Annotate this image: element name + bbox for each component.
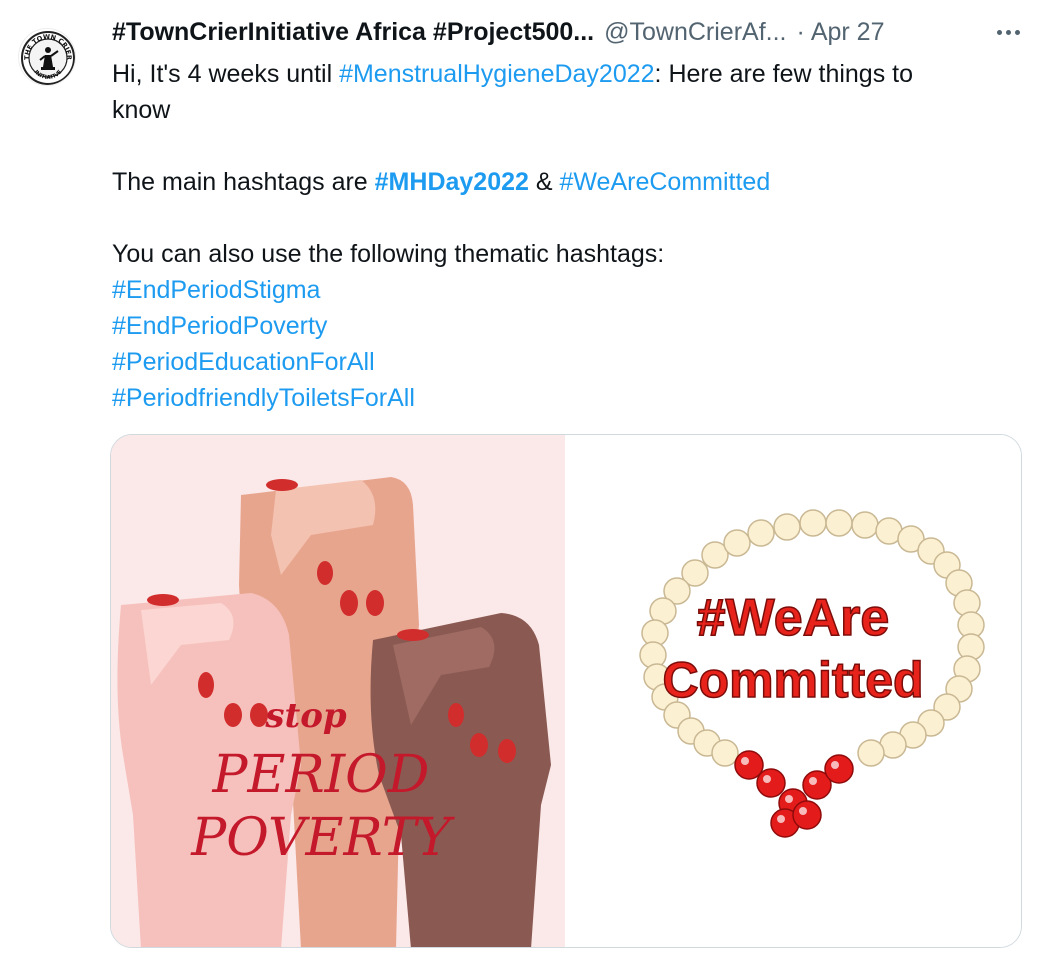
text-line-2: know	[112, 96, 171, 124]
bead-highlight	[799, 807, 807, 815]
bead-highlight	[785, 795, 793, 803]
hashtag-link[interactable]: #PeriodfriendlyToiletsForAll	[112, 380, 1012, 416]
bead-highlight	[831, 761, 839, 769]
red-bead	[756, 768, 786, 798]
town-crier-logo-icon: THE TOWN CRIER INITIATIVE	[21, 31, 75, 85]
hashtag-link[interactable]: #MHDay2022	[375, 168, 529, 196]
tweet-text: Hi, It's 4 weeks until #MenstrualHygiene…	[112, 56, 1012, 416]
tweet[interactable]: THE TOWN CRIER INITIATIVE #TownCrierInit…	[0, 0, 1050, 960]
hashtag-link[interactable]: #MenstrualHygieneDay2022	[339, 60, 654, 88]
hashtag-link[interactable]: #PeriodEducationForAll	[112, 344, 1012, 380]
pearl-bead	[851, 511, 879, 539]
text-line-4: You can also use the following thematic …	[112, 240, 665, 268]
bead-highlight	[763, 775, 771, 783]
red-bead	[824, 754, 854, 784]
pearl-bead	[773, 513, 801, 541]
hashtag-link[interactable]: #WeAreCommitted	[560, 168, 771, 196]
poster-word-stop: stop	[264, 696, 347, 736]
user-handle[interactable]: @TownCrierAf...	[604, 18, 786, 47]
stop-period-poverty-image[interactable]: stop PERIOD POVERTY	[111, 435, 565, 947]
we-are-committed-image[interactable]: #WeAre Committed	[565, 435, 1021, 947]
hashtag-link[interactable]: #EndPeriodStigma	[112, 272, 1012, 308]
bead-heart-illustration: #WeAre Committed	[565, 435, 1021, 947]
bead-highlight	[809, 777, 817, 785]
text-line-1: Hi, It's 4 weeks until #MenstrualHygiene…	[112, 56, 1012, 92]
red-bead	[792, 800, 822, 830]
text-suffix: : Here are few things to	[654, 60, 914, 88]
pearl-bead	[825, 509, 853, 537]
poster-word-committed: Committed	[662, 652, 923, 708]
pearl-bead	[711, 739, 739, 767]
tweet-header: #TownCrierInitiative Africa #Project500.…	[112, 14, 1032, 50]
raised-fists-illustration: stop PERIOD POVERTY	[111, 435, 565, 947]
pearl-bead	[857, 739, 885, 767]
pearl-bead	[799, 509, 827, 537]
text-connector: &	[528, 168, 560, 196]
text-prefix: Hi, It's 4 weeks until	[112, 60, 340, 88]
poster-word-weare: #WeAre	[697, 589, 890, 647]
separator-dot: ·	[796, 17, 805, 46]
poster-word-period: PERIOD	[212, 745, 430, 805]
pearl-bead	[723, 529, 751, 557]
poster-word-poverty: POVERTY	[190, 808, 455, 868]
display-name[interactable]: #TownCrierInitiative Africa #Project500.…	[112, 18, 594, 47]
pearl-bead	[747, 519, 775, 547]
tweet-date[interactable]: Apr 27	[811, 18, 885, 47]
bead-highlight	[777, 815, 785, 823]
text-line-3: The main hashtags are #MHDay2022 & #WeAr…	[112, 164, 1012, 200]
avatar[interactable]: THE TOWN CRIER INITIATIVE	[18, 28, 76, 86]
bead-highlight	[741, 757, 749, 765]
hashtag-link[interactable]: #EndPeriodPoverty	[112, 308, 1012, 344]
tweet-media[interactable]: stop PERIOD POVERTY #WeAre Committed	[110, 434, 1022, 948]
more-options-icon[interactable]	[984, 14, 1032, 50]
text-prefix: The main hashtags are	[112, 168, 375, 196]
